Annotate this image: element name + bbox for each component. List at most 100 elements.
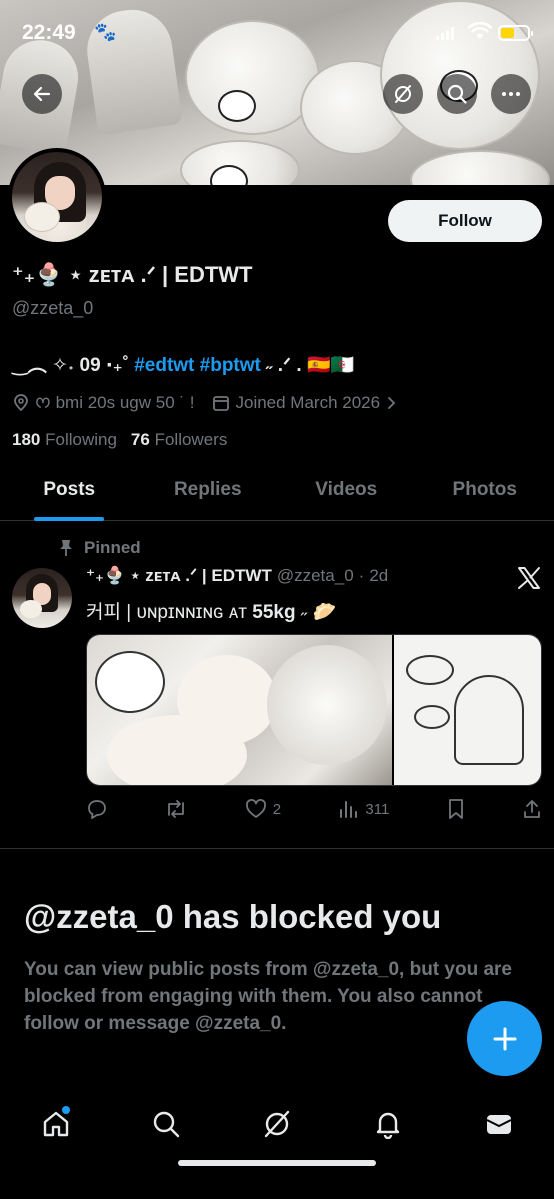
mail-icon	[486, 1115, 512, 1134]
nav-grok[interactable]	[255, 1102, 299, 1146]
profile-location: ᰔ bmi 20s ugw 50 ˙ !	[12, 390, 194, 416]
post-text-prefix: 커피 | ᴜɴpɪɴɴɪɴɢ ᴀᴛ	[86, 602, 253, 623]
post-media[interactable]	[86, 634, 542, 786]
reply-button[interactable]	[86, 798, 108, 820]
repost-icon	[168, 800, 185, 818]
pinned-indicator: Pinned	[58, 538, 141, 558]
post-header: ⁺₊🍨 ⋆ ᴢᴇᴛᴀ .ᐟ | EDTWT @zzeta_0 · 2d	[86, 566, 388, 586]
plus-icon	[493, 1027, 516, 1050]
like-button[interactable]: 2	[245, 798, 281, 820]
paw-icon: 🐾	[94, 22, 117, 42]
post-text: 커피 | ᴜɴpɪɴɴɪɴɢ ᴀᴛ 55kg ˶ 🥟	[86, 597, 336, 624]
post-author-avatar[interactable]	[12, 568, 72, 628]
avatar-plush	[20, 600, 42, 618]
profile-handle: @zzeta_0	[12, 298, 94, 318]
banner-ice-cream-cup	[410, 150, 550, 185]
search-icon	[153, 1111, 180, 1138]
grok-icon	[395, 85, 411, 103]
grok-icon	[264, 1110, 290, 1138]
search-icon	[447, 84, 467, 104]
view-count: 311	[365, 800, 390, 818]
more-button[interactable]	[491, 74, 531, 114]
followers-link[interactable]: 76 Followers	[131, 430, 227, 450]
nav-notifications[interactable]	[366, 1102, 410, 1146]
bio-suffix: ˶ .ᐟ . 🇪🇸🇩🇿	[260, 355, 355, 376]
media-sketch-stroke	[406, 655, 454, 685]
calendar-icon	[213, 396, 230, 411]
following-link[interactable]: 180 Following	[12, 430, 117, 450]
grok-button[interactable]	[383, 74, 423, 114]
joined-text: Joined March 2026	[235, 393, 381, 412]
tab-videos[interactable]: Videos	[277, 460, 416, 520]
reply-icon	[88, 800, 106, 819]
pinned-label: Pinned	[84, 538, 141, 557]
nav-search[interactable]	[144, 1102, 188, 1146]
home-notification-dot	[62, 1106, 70, 1114]
following-count: 180	[12, 430, 41, 449]
nav-home[interactable]	[34, 1102, 78, 1146]
post-actions: 2 311	[86, 798, 542, 820]
profile-joined[interactable]: Joined March 2026	[212, 393, 397, 413]
post-timestamp[interactable]: 2d	[369, 566, 388, 586]
views-chart-icon	[340, 801, 358, 818]
location-pin-icon	[14, 394, 28, 412]
post-image-sketch[interactable]	[392, 635, 541, 785]
post-author-name[interactable]: ⁺₊🍨 ⋆ ᴢᴇᴛᴀ .ᐟ | EDTWT	[86, 566, 272, 586]
post-author-handle[interactable]: @zzeta_0	[277, 566, 354, 586]
more-horizontal-icon	[502, 92, 520, 96]
media-ice-cream-cup	[267, 645, 387, 765]
media-bunny-lid	[95, 651, 165, 713]
media-plush	[107, 715, 247, 785]
follow-button[interactable]: Follow	[388, 200, 542, 242]
status-bar: 22:49 🐾	[0, 0, 554, 66]
follow-counts: 180 Following 76 Followers	[12, 430, 227, 450]
post-separator: ·	[358, 566, 365, 585]
profile-meta: ᰔ bmi 20s ugw 50 ˙ ! Joined March 2026	[12, 390, 397, 416]
avatar-plush	[24, 202, 60, 232]
blocked-title: @zzeta_0 has blocked you	[24, 898, 442, 935]
tab-posts[interactable]: Posts	[0, 460, 139, 520]
bookmark-icon	[448, 799, 463, 819]
following-label: Following	[45, 430, 117, 449]
profile-tabs: Posts Replies Videos Photos	[0, 460, 554, 521]
back-button[interactable]	[22, 74, 62, 114]
media-sketch-stroke	[414, 705, 450, 729]
bottom-nav	[0, 1088, 554, 1199]
media-sketch-stroke	[454, 675, 524, 765]
arrow-left-icon	[33, 86, 51, 102]
bio-prefix: ‿︵ ✧˖ 09 ‧₊˚	[12, 355, 135, 376]
compose-post-button[interactable]	[467, 1001, 542, 1076]
bell-icon	[376, 1112, 400, 1139]
blocked-body: You can view public posts from @zzeta_0,…	[24, 959, 512, 1034]
nav-messages[interactable]	[477, 1102, 521, 1146]
post-text-suffix: ˶ 🥟	[295, 602, 337, 623]
x-logo-icon	[518, 567, 540, 589]
tab-replies[interactable]: Replies	[139, 460, 278, 520]
chevron-right-icon	[388, 397, 396, 409]
status-time: 22:49	[22, 21, 76, 44]
section-divider	[0, 848, 554, 849]
pin-icon	[60, 540, 72, 556]
tab-photos[interactable]: Photos	[416, 460, 554, 520]
search-button[interactable]	[437, 74, 477, 114]
profile-avatar[interactable]	[8, 148, 106, 246]
post-text-weight: 55kg	[252, 602, 296, 623]
share-button[interactable]	[522, 798, 542, 820]
post-image-plushies[interactable]	[87, 635, 392, 785]
location-text: ᰔ bmi 20s ugw 50 ˙ !	[35, 393, 195, 412]
home-indicator	[178, 1160, 376, 1166]
followers-count: 76	[130, 430, 150, 449]
followers-label: Followers	[154, 430, 228, 449]
profile-bio: ‿︵ ✧˖ 09 ‧₊˚ #edtwt #bptwt ˶ .ᐟ . 🇪🇸🇩🇿	[12, 350, 354, 377]
share-icon	[524, 800, 540, 818]
repost-button[interactable]	[164, 798, 188, 820]
views-button[interactable]: 311	[337, 798, 389, 820]
battery-icon	[498, 25, 533, 41]
like-count: 2	[272, 800, 282, 818]
wifi-icon	[468, 22, 492, 39]
banner-cartoon-face	[218, 90, 256, 122]
bio-hashtags[interactable]: #edtwt #bptwt	[134, 355, 261, 376]
heart-icon	[245, 799, 266, 818]
bookmark-button[interactable]	[446, 798, 466, 820]
cellular-signal-icon	[436, 26, 454, 40]
